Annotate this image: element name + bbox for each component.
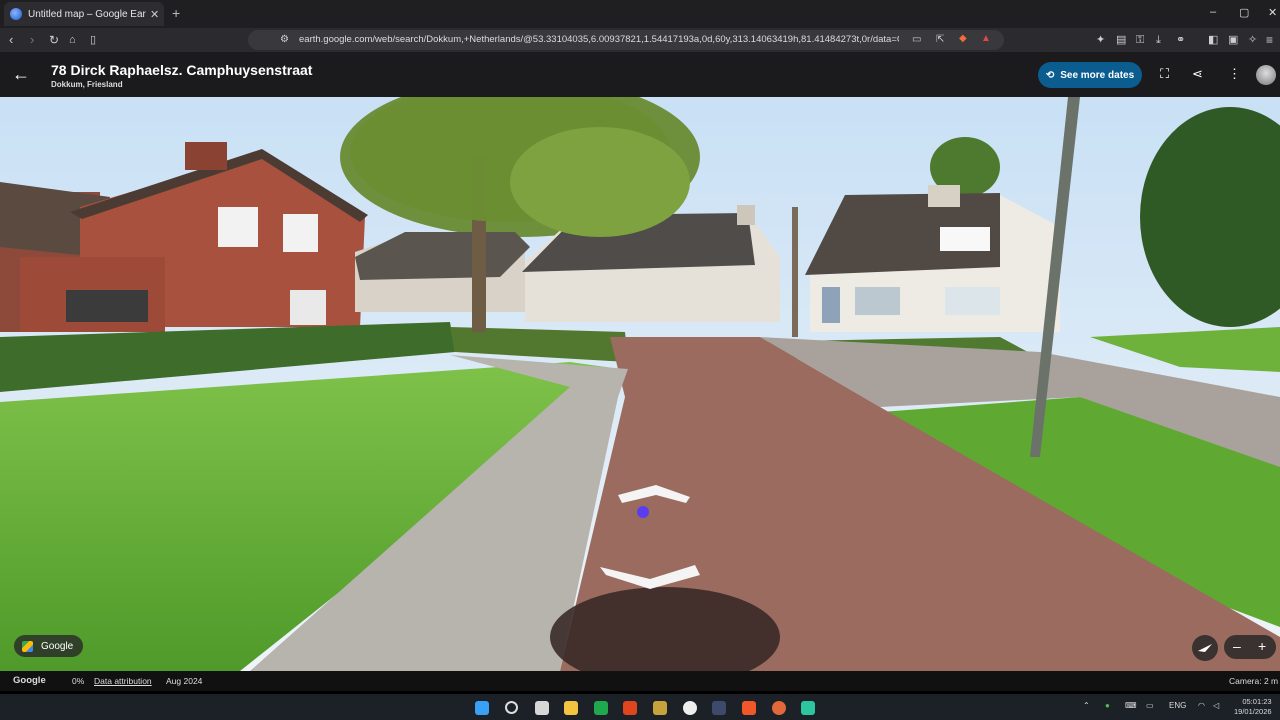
see-more-dates-label: See more dates [1060, 69, 1135, 81]
sidebar-toggle-icon[interactable]: ◧ [1208, 32, 1218, 48]
camera-altitude: Camera: 2 m [1229, 676, 1279, 686]
cast-icon[interactable]: ▭ [912, 34, 921, 45]
url-text: earth.google.com/web/search/Dokkum,+Neth… [299, 34, 899, 45]
tray-overflow-icon[interactable]: ⌃ [1083, 701, 1090, 710]
home-icon[interactable]: ⌂ [69, 32, 76, 48]
close-tab-icon[interactable]: ✕ [150, 8, 159, 21]
status-bar: Google 0% Data attribution Aug 2024 Came… [0, 671, 1280, 691]
street-view-panorama[interactable]: Google – + [0, 97, 1280, 671]
loading-percent: 0% [72, 676, 85, 686]
link-icon[interactable]: ⚭ [1176, 32, 1185, 48]
google-logo-icon [22, 640, 33, 652]
data-attribution-link[interactable]: Data attribution [94, 676, 152, 686]
imagery-date: Aug 2024 [166, 676, 203, 686]
clock-date: 19/01/2026 [1234, 707, 1272, 716]
google-attribution-badge[interactable]: Google [14, 635, 84, 657]
forward-icon[interactable]: › [30, 32, 34, 48]
clock-time: 05:01:23 [1242, 697, 1272, 706]
share-page-icon[interactable]: ⇱ [936, 34, 944, 45]
street-view-header: ← 78 Dirck Raphaelsz. Camphuysenstraat D… [0, 52, 1280, 97]
close-window-button[interactable]: ✕ [1268, 6, 1277, 19]
tab-title: Untitled map – Google Earth [28, 8, 146, 20]
zoom-in-button[interactable]: + [1258, 638, 1266, 654]
address-bar[interactable]: ⚙ earth.google.com/web/search/Dokkum,+Ne… [248, 30, 1004, 50]
compass-icon[interactable] [1192, 635, 1218, 661]
see-more-dates-button[interactable]: ⟲ See more dates [1038, 62, 1142, 88]
maximize-button[interactable]: ▢ [1239, 6, 1249, 19]
file-explorer-icon[interactable] [564, 701, 578, 715]
site-info-icon[interactable]: ⚙ [280, 34, 289, 45]
browser-tab[interactable]: Untitled map – Google Earth ✕ [4, 2, 164, 26]
chatgpt-icon[interactable] [683, 701, 697, 715]
more-options-icon[interactable]: ⋮ [1228, 66, 1241, 82]
zoom-control: – + [1224, 635, 1276, 659]
leo-ai-icon[interactable]: ✧ [1248, 32, 1257, 48]
keyboard-tray-icon[interactable]: ⌨ [1125, 701, 1137, 710]
clock[interactable]: 05:01:23 19/01/2026 [1234, 697, 1272, 717]
extensions-icon[interactable]: ✦ [1096, 32, 1105, 48]
wallet-icon[interactable]: ▣ [1228, 32, 1238, 48]
browser-tab-bar: Untitled map – Google Earth ✕ + – ▢ ✕ [0, 0, 1280, 28]
avatar[interactable] [1256, 65, 1276, 85]
spreadsheet-app-icon[interactable] [594, 701, 608, 715]
page-subtitle: Dokkum, Friesland [51, 80, 123, 89]
archive-app-icon[interactable] [653, 701, 667, 715]
reload-icon[interactable]: ↻ [49, 32, 59, 48]
sidebar-icon[interactable]: ▯ [90, 32, 96, 48]
taskbar: ⌃ ● ⌨ ▭ ENG ◠ ◁ 05:01:23 19/01/2026 [0, 694, 1280, 720]
app-icon[interactable] [712, 701, 726, 715]
search-icon[interactable] [505, 701, 518, 714]
street-view-image [0, 97, 1280, 671]
microphone-app-icon[interactable] [772, 701, 786, 715]
menu-icon[interactable]: ≡ [1266, 32, 1273, 48]
new-tab-button[interactable]: + [172, 5, 180, 21]
download-icon[interactable]: ⤓ [1156, 32, 1161, 48]
brave-browser-icon[interactable] [742, 701, 756, 715]
wifi-icon[interactable]: ◠ [1198, 701, 1205, 710]
password-key-icon[interactable]: ⚿ [1136, 32, 1144, 48]
google-badge-label: Google [41, 640, 74, 652]
display-tray-icon[interactable]: ▭ [1146, 701, 1154, 710]
task-view-icon[interactable] [535, 701, 549, 715]
mic-tray-icon[interactable]: ● [1105, 701, 1110, 710]
screenshot-icon[interactable]: ⛶ [1160, 66, 1169, 82]
brave-shield-icon[interactable]: ◆ [959, 33, 967, 44]
brave-rewards-icon[interactable]: ▲ [981, 33, 991, 44]
minimize-button[interactable]: – [1210, 6, 1216, 18]
share-icon[interactable]: ⋖ [1192, 66, 1203, 82]
language-indicator[interactable]: ENG [1169, 701, 1186, 710]
page-title: 78 Dirck Raphaelsz. Camphuysenstraat [51, 62, 313, 78]
history-icon: ⟲ [1045, 69, 1055, 81]
app-h-icon[interactable] [623, 701, 637, 715]
back-arrow-icon[interactable]: ← [12, 64, 30, 85]
google-logo-text: Google [13, 675, 46, 686]
google-earth-icon [10, 8, 22, 20]
reader-icon[interactable]: ▤ [1116, 32, 1126, 48]
zoom-out-button[interactable]: – [1233, 638, 1241, 654]
browser-toolbar: ‹ › ↻ ⌂ ▯ ⊓ ⚙ earth.google.com/web/searc… [0, 28, 1280, 52]
back-icon[interactable]: ‹ [9, 32, 13, 48]
start-icon[interactable] [475, 701, 489, 715]
chat-app-icon[interactable] [801, 701, 815, 715]
volume-icon[interactable]: ◁ [1213, 701, 1219, 710]
